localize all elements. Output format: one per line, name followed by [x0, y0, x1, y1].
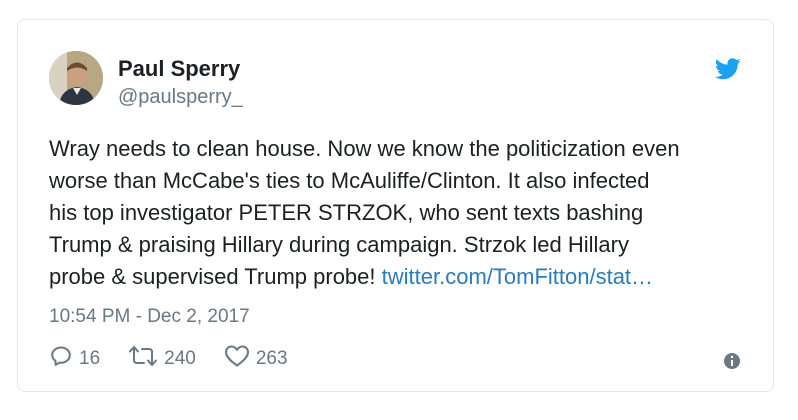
twitter-bird-icon[interactable]: [714, 58, 741, 80]
author-name[interactable]: Paul Sperry: [118, 56, 240, 82]
tweet-text-line-last: probe & supervised Trump probe! twitter.…: [49, 261, 749, 293]
tweet-text-line: Trump & praising Hillary during campaign…: [49, 232, 629, 257]
tweet-text-line: Wray needs to clean house. Now we know t…: [49, 136, 680, 161]
reply-button[interactable]: 16: [49, 344, 100, 374]
info-icon[interactable]: [723, 352, 741, 370]
tweet-text-line: his top investigator PETER STRZOK, who s…: [49, 200, 644, 225]
heart-icon: [224, 344, 256, 374]
retweet-count: 240: [164, 348, 196, 369]
tweet-text-line: worse than McCabe's ties to McAuliffe/Cl…: [49, 168, 650, 193]
retweet-button[interactable]: 240: [128, 344, 196, 374]
tweet-text-line: probe & supervised Trump probe!: [49, 264, 376, 289]
retweet-icon: [128, 344, 164, 374]
tweet-timestamp[interactable]: 10:54 PM - Dec 2, 2017: [49, 306, 250, 328]
tweet-actions: 16 240 263: [49, 344, 316, 374]
tweet-text: Wray needs to clean house. Now we know t…: [49, 133, 749, 293]
like-button[interactable]: 263: [224, 344, 288, 374]
author-handle[interactable]: @paulsperry_: [118, 86, 243, 109]
tweet-link[interactable]: twitter.com/TomFitton/stat…: [382, 264, 653, 289]
reply-icon: [49, 344, 79, 374]
like-count: 263: [255, 348, 288, 369]
tweet-card: Paul Sperry @paulsperry_ Wray needs to c…: [17, 19, 774, 392]
author-avatar[interactable]: [49, 51, 103, 105]
reply-count: 16: [79, 348, 101, 369]
